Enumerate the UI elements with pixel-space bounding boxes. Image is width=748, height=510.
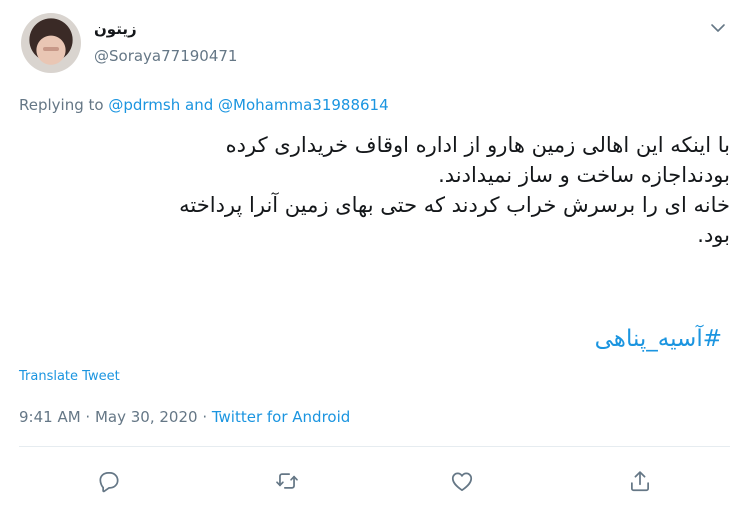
mention-link-1[interactable]: @pdrmsh <box>108 96 180 114</box>
tweet-meta: 9:41 AM · May 30, 2020 · Twitter for And… <box>19 408 350 426</box>
replying-to-label: Replying to <box>19 96 104 114</box>
tweet-text: با اینکه این اهالی زمین هارو از اداره او… <box>19 130 730 250</box>
tweet-source[interactable]: Twitter for Android <box>212 408 350 426</box>
like-button[interactable] <box>449 468 475 494</box>
author-handle[interactable]: @Soraya77190471 <box>94 47 237 65</box>
hashtag-link[interactable]: #آسیه_پناهی <box>19 326 722 352</box>
action-bar <box>0 468 748 494</box>
retweet-icon <box>276 473 298 489</box>
meta-separator: · <box>80 408 95 426</box>
retweet-button[interactable] <box>274 468 300 494</box>
reply-icon <box>99 472 119 493</box>
avatar[interactable] <box>21 13 81 73</box>
mention-link-2[interactable]: @Mohamma31988614 <box>218 96 389 114</box>
tweet-date[interactable]: May 30, 2020 <box>95 408 198 426</box>
like-icon <box>451 472 473 492</box>
divider <box>19 446 730 447</box>
translate-tweet-link[interactable]: Translate Tweet <box>19 369 120 384</box>
tweet-time[interactable]: 9:41 AM <box>19 408 81 426</box>
tweet-line: بودنداجازه ساخت و ساز نمیدادند. <box>438 163 730 187</box>
mention-conjunction[interactable]: and <box>185 96 213 114</box>
meta-separator: · <box>197 408 212 426</box>
tweet-line: بود. <box>697 223 730 247</box>
reply-button[interactable] <box>96 468 122 494</box>
share-icon <box>631 471 649 492</box>
tweet-line: با اینکه این اهالی زمین هارو از اداره او… <box>225 133 730 157</box>
replying-to: Replying to @pdrmsh and @Mohamma31988614 <box>19 96 389 114</box>
chevron-down-icon[interactable] <box>710 20 726 36</box>
tweet-line: خانه ای را برسرش خراب کردند که حتی بهای … <box>179 193 730 217</box>
author-display-name[interactable]: زیتون <box>94 20 137 38</box>
share-button[interactable] <box>627 468 653 494</box>
